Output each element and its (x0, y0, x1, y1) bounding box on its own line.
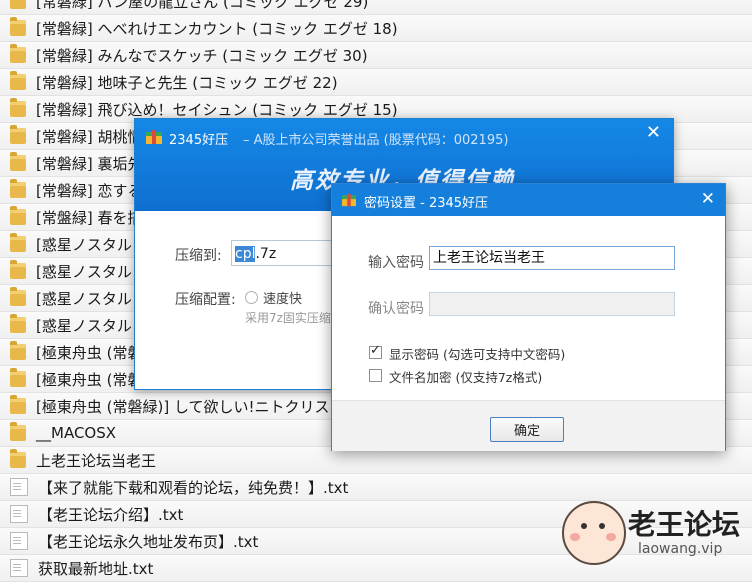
file-name: [惑星ノスタル (36, 316, 132, 335)
watermark-url: laowang.vip (638, 541, 723, 557)
text-file-icon (10, 505, 28, 523)
confirm-password-label: 确认密码 (368, 301, 424, 317)
file-name: [常磐緑] 飛び込め！セイシュン (コミック エグゼ 15) (36, 100, 398, 119)
file-name: 上老王论坛当老王 (36, 451, 157, 470)
password-dialog: 密码设置 - 2345好压 ✕ 输入密码 上老王论坛当老王 确认密码 显示密码 … (331, 183, 726, 451)
file-name: 【老王论坛介绍】.txt (38, 505, 184, 524)
file-name: [常磐緑] へべれけエンカウント (コミック エグゼ 18) (36, 19, 398, 38)
app-logo-icon (146, 130, 162, 144)
file-name: [常磐緑] みんなでスケッチ (コミック エグゼ 30) (36, 46, 368, 65)
file-name: [極東舟虫 (常磐緑)] して欲しい!ニトクリス ( (36, 397, 341, 416)
password-input[interactable]: 上老王论坛当老王 (429, 246, 675, 270)
app-logo-icon (342, 193, 356, 207)
file-name: [常磐緑] 胡桃情 (36, 127, 143, 146)
watermark-text: 老王论坛 (628, 508, 741, 541)
enter-password-label: 输入密码 (368, 255, 424, 271)
file-name: [常磐緑] 恋する (36, 181, 143, 200)
folder-icon (10, 260, 26, 279)
text-file-icon (10, 532, 28, 550)
folder-icon (10, 395, 26, 414)
file-name: [惑星ノスタル (36, 235, 132, 254)
folder-icon (10, 368, 26, 387)
folder-icon (10, 233, 26, 252)
ok-button[interactable]: 确定 (490, 417, 564, 442)
file-name: [常磐緑] 裏垢先 (36, 154, 143, 173)
folder-icon (10, 287, 26, 306)
file-name: [惑星ノスタル (36, 289, 132, 308)
show-password-checkbox[interactable] (369, 343, 382, 359)
folder-row[interactable]: [常磐緑] へべれけエンカウント (コミック エグゼ 18) (0, 15, 752, 42)
file-row[interactable]: 【来了就能下载和观看的论坛，纯免费！】.txt (0, 474, 752, 501)
folder-icon (10, 179, 26, 198)
password-dialog-titlebar[interactable]: 密码设置 - 2345好压 ✕ (332, 184, 725, 216)
compress-window-title: 2345好压 (169, 133, 229, 148)
folder-icon (10, 98, 26, 117)
file-name: 【来了就能下载和观看的论坛，纯免费！】.txt (38, 478, 349, 497)
folder-row[interactable]: [常磐緑] パン屋の龍立さん (コミック エグゼ 29) (0, 0, 752, 15)
file-name: 【老王论坛永久地址发布页】.txt (38, 532, 259, 551)
folder-row[interactable]: [常磐緑] みんなでスケッチ (コミック エグゼ 30) (0, 42, 752, 69)
encrypt-filename-checkbox[interactable] (369, 369, 382, 382)
file-name: [常盤緑] 春を描 (36, 208, 143, 227)
password-dialog-title: 密码设置 - 2345好压 (364, 196, 489, 211)
folder-icon (10, 341, 26, 360)
file-name: [常磐緑] パン屋の龍立さん (コミック エグゼ 29) (36, 0, 369, 11)
file-name: [惑星ノスタル (36, 262, 132, 281)
folder-icon (10, 206, 26, 225)
speed-hint: 采用7z固实压缩 (245, 311, 331, 325)
confirm-password-input[interactable] (429, 292, 675, 316)
speed-option-label: 速度快 (263, 292, 303, 307)
file-name: [極東舟虫 (常磐 (36, 370, 143, 389)
compress-window-subtitle: – A股上市公司荣誉出品 (股票代码：002195) (243, 133, 509, 148)
text-file-icon (10, 478, 28, 496)
encrypt-filename-label: 文件名加密 (仅支持7z格式) (389, 370, 543, 385)
path-rest-text: .7z (255, 246, 277, 262)
folder-icon (10, 152, 26, 171)
compress-config-label: 压缩配置: (175, 292, 236, 308)
folder-icon (10, 71, 26, 90)
close-icon[interactable]: ✕ (701, 189, 715, 209)
folder-icon (10, 449, 26, 468)
folder-icon (10, 44, 26, 63)
show-password-label: 显示密码 (勾选可支持中文密码) (389, 347, 566, 362)
path-selected-text: cpl (235, 246, 256, 262)
file-name: [極東舟虫 (常磐 (36, 343, 143, 362)
folder-icon (10, 17, 26, 36)
folder-icon (10, 314, 26, 333)
folder-icon (10, 125, 26, 144)
file-row[interactable]: 获取最新地址.txt (0, 555, 752, 582)
compress-to-label: 压缩到: (175, 248, 222, 264)
file-name: 获取最新地址.txt (38, 559, 154, 578)
folder-icon (10, 0, 26, 9)
file-name: [常磐緑] 地味子と先生 (コミック エグゼ 22) (36, 73, 338, 92)
mascot-face-icon (562, 501, 626, 565)
speed-radio[interactable] (245, 291, 258, 304)
folder-row[interactable]: [常磐緑] 地味子と先生 (コミック エグゼ 22) (0, 69, 752, 96)
text-file-icon (10, 559, 28, 577)
folder-row[interactable]: 上老王论坛当老王 (0, 447, 752, 474)
file-name: __MACOSX (36, 424, 117, 442)
close-icon[interactable]: ✕ (646, 122, 661, 143)
folder-icon (10, 422, 26, 441)
